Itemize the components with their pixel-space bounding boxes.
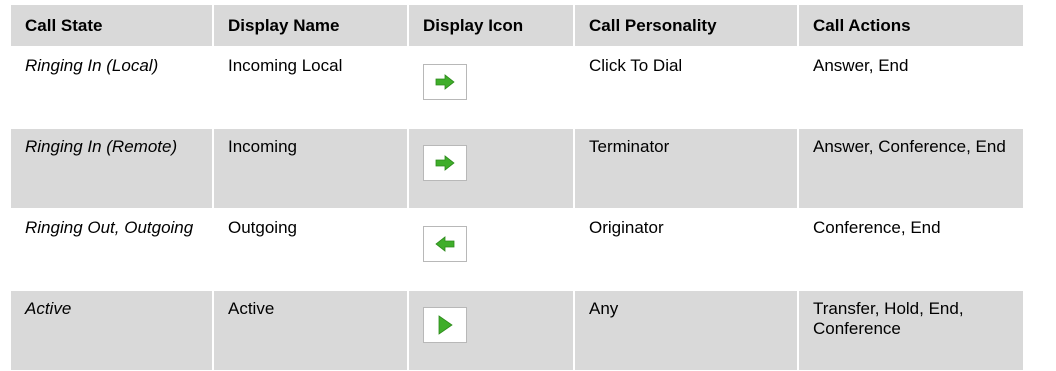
arrow-left-icon — [423, 226, 467, 262]
arrow-right-icon — [423, 64, 467, 100]
call-state-table-container: Call State Display Name Display Icon Cal… — [10, 4, 1024, 371]
header-call-actions: Call Actions — [798, 4, 1024, 47]
header-call-state: Call State — [10, 4, 213, 47]
call-personality-cell: Terminator — [574, 128, 798, 209]
display-name-cell: Outgoing — [213, 209, 408, 290]
header-display-icon: Display Icon — [408, 4, 574, 47]
call-state-cell: Ringing Out, Outgoing — [10, 209, 213, 290]
display-icon-cell — [408, 47, 574, 128]
call-state-table: Call State Display Name Display Icon Cal… — [10, 4, 1024, 371]
header-call-personality: Call Personality — [574, 4, 798, 47]
display-icon-cell — [408, 209, 574, 290]
call-personality-cell: Originator — [574, 209, 798, 290]
header-display-name: Display Name — [213, 4, 408, 47]
call-actions-cell: Answer, End — [798, 47, 1024, 128]
call-state-cell: Ringing In (Remote) — [10, 128, 213, 209]
display-name-cell: Incoming — [213, 128, 408, 209]
call-state-cell: Active — [10, 290, 213, 371]
call-state-cell: Ringing In (Local) — [10, 47, 213, 128]
header-row: Call State Display Name Display Icon Cal… — [10, 4, 1024, 47]
call-personality-cell: Click To Dial — [574, 47, 798, 128]
display-name-cell: Active — [213, 290, 408, 371]
play-icon — [423, 307, 467, 343]
display-icon-cell — [408, 290, 574, 371]
arrow-right-icon — [423, 145, 467, 181]
table-row: Active Active Any Transfer, Hold, End, C… — [10, 290, 1024, 371]
table-row: Ringing In (Local) Incoming Local Click … — [10, 47, 1024, 128]
table-row: Ringing In (Remote) Incoming Terminator … — [10, 128, 1024, 209]
call-personality-cell: Any — [574, 290, 798, 371]
display-icon-cell — [408, 128, 574, 209]
call-actions-cell: Answer, Conference, End — [798, 128, 1024, 209]
call-actions-cell: Transfer, Hold, End, Conference — [798, 290, 1024, 371]
call-actions-cell: Conference, End — [798, 209, 1024, 290]
display-name-cell: Incoming Local — [213, 47, 408, 128]
table-row: Ringing Out, Outgoing Outgoing Originato… — [10, 209, 1024, 290]
